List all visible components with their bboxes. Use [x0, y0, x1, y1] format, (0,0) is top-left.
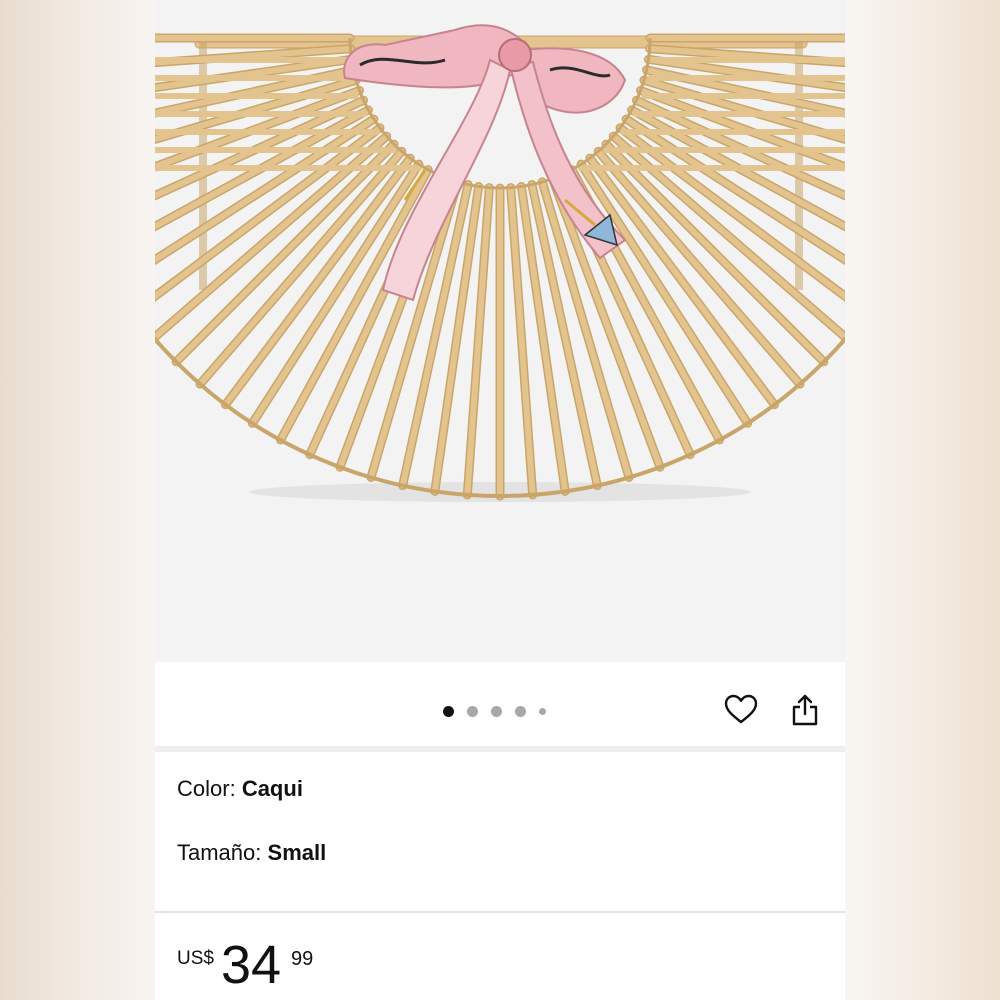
- price-fraction: 99: [291, 948, 314, 970]
- carousel-dots[interactable]: [443, 705, 546, 717]
- color-attribute[interactable]: Color: Caqui: [177, 776, 303, 802]
- carousel-dot[interactable]: [539, 707, 546, 715]
- carousel-dot[interactable]: [443, 705, 454, 717]
- bamboo-bag-illustration: [155, 24, 845, 502]
- image-controls-bar: [155, 662, 845, 746]
- product-image[interactable]: [155, 0, 845, 662]
- carousel-dot[interactable]: [491, 705, 502, 717]
- heart-outline-icon: [724, 694, 758, 724]
- color-value: Caqui: [241, 776, 303, 801]
- carousel-dot[interactable]: [467, 705, 478, 717]
- price-currency: US$: [177, 948, 214, 969]
- share-upload-icon: [792, 694, 818, 726]
- price-whole: 34: [221, 935, 282, 995]
- size-label: Tamaño:: [177, 840, 262, 865]
- background-blur-right: [845, 0, 1000, 1000]
- size-attribute[interactable]: Tamaño: Small: [177, 840, 326, 866]
- product-page: Color: Caqui Tamaño: Small US$ 34 99: [155, 0, 845, 1000]
- size-value: Small: [267, 840, 327, 865]
- background-blur-left: [0, 0, 155, 1000]
- carousel-dot[interactable]: [515, 705, 526, 717]
- share-button[interactable]: [787, 692, 823, 728]
- favorite-button[interactable]: [723, 692, 759, 728]
- section-divider: [155, 911, 845, 913]
- color-label: Color:: [177, 776, 236, 801]
- section-divider: [155, 746, 845, 752]
